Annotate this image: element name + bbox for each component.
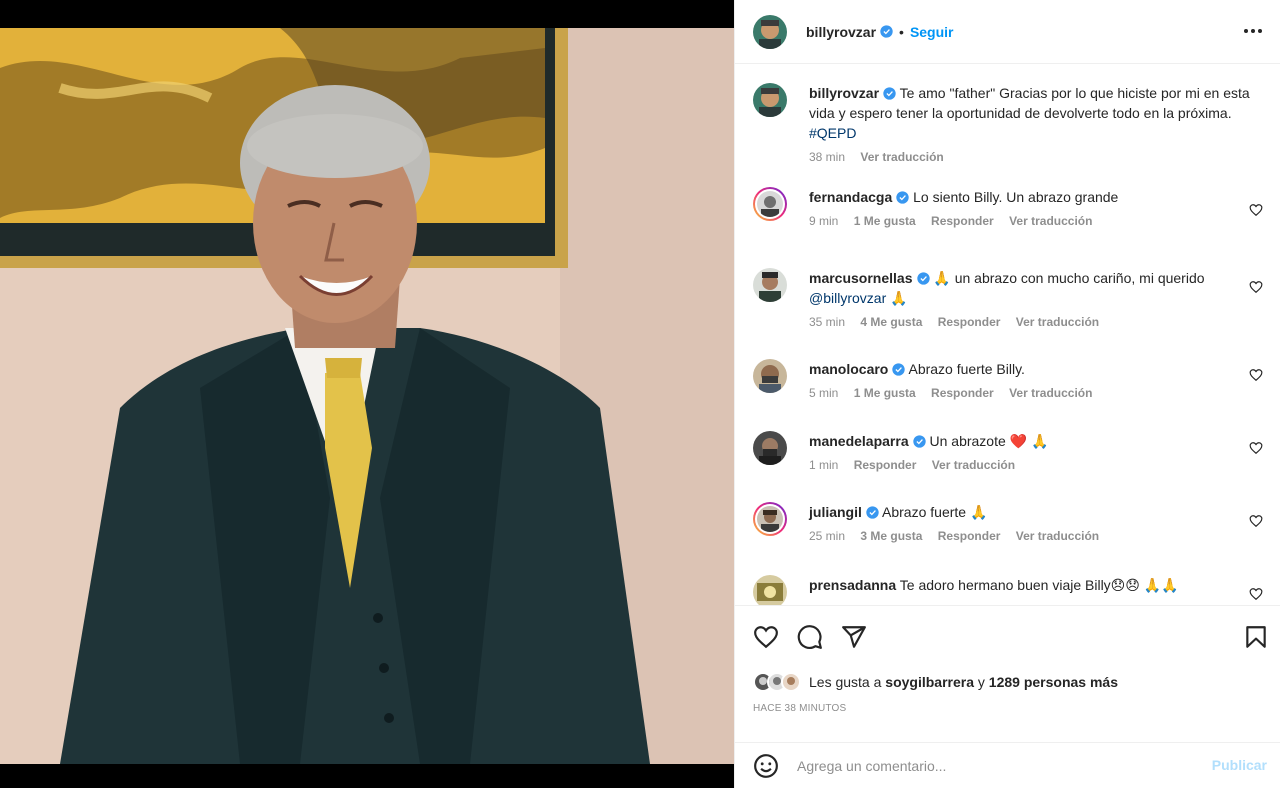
post-photo[interactable] bbox=[0, 28, 734, 764]
publish-button[interactable]: Publicar bbox=[1212, 757, 1267, 773]
post-header: billyrovzar • Seguir bbox=[735, 0, 1280, 64]
comment-like-heart-icon[interactable] bbox=[1249, 441, 1263, 455]
comment-item: juliangil Abrazo fuerte 🙏 25 min 3 Me gu… bbox=[753, 502, 1265, 562]
likes-summary: Les gusta a soygilbarrera y 1289 persona… bbox=[753, 668, 1118, 696]
post-detail-panel: billyrovzar • Seguir billyrovzar Te amo … bbox=[734, 0, 1280, 788]
comment-username[interactable]: marcusornellas bbox=[809, 270, 913, 286]
comment-input[interactable] bbox=[797, 755, 1197, 777]
comment-username[interactable]: manedelaparra bbox=[809, 433, 909, 449]
post-caption: billyrovzar Te amo "father" Gracias por … bbox=[753, 83, 1265, 173]
comment-time[interactable]: 35 min bbox=[809, 315, 845, 329]
comment-likes[interactable]: 3 Me gusta bbox=[860, 529, 922, 543]
verified-badge-icon bbox=[883, 87, 896, 100]
heart-icon[interactable] bbox=[753, 624, 779, 650]
comment-time[interactable]: 5 min bbox=[809, 386, 838, 400]
translate-link[interactable]: Ver traducción bbox=[1016, 315, 1099, 329]
post-photo-illustration bbox=[0, 28, 734, 764]
reply-button[interactable]: Responder bbox=[931, 386, 994, 400]
comment-text: 🙏 un abrazo con mucho cariño, mi querido bbox=[933, 270, 1205, 286]
likes-user-link[interactable]: soygilbarrera bbox=[885, 674, 974, 690]
comment-item: manolocaro Abrazo fuerte Billy. 5 min 1 … bbox=[753, 359, 1265, 419]
comment-text: Abrazo fuerte Billy. bbox=[908, 361, 1025, 377]
post-actions-bar bbox=[735, 605, 1280, 665]
translate-link[interactable]: Ver traducción bbox=[1009, 386, 1092, 400]
comment-item: prensadanna Te adoro hermano buen viaje … bbox=[753, 575, 1265, 605]
likes-count-link[interactable]: 1289 personas más bbox=[989, 674, 1118, 690]
comment-text: Lo siento Billy. Un abrazo grande bbox=[913, 189, 1119, 205]
reply-button[interactable]: Responder bbox=[931, 214, 994, 228]
comment-text: Un abrazote ❤️ 🙏 bbox=[929, 433, 1049, 449]
reply-button[interactable]: Responder bbox=[938, 529, 1001, 543]
liker-avatar[interactable] bbox=[781, 672, 801, 692]
comment-icon[interactable] bbox=[797, 624, 823, 650]
emoji-icon[interactable] bbox=[753, 753, 779, 779]
comment-time[interactable]: 9 min bbox=[809, 214, 838, 228]
comment-text-emoji: 🙏 bbox=[890, 290, 908, 306]
caption-translate-link[interactable]: Ver traducción bbox=[860, 150, 943, 164]
comment-item: marcusornellas 🙏 un abrazo con mucho car… bbox=[753, 268, 1265, 338]
commenter-avatar[interactable] bbox=[753, 502, 787, 536]
comment-likes[interactable]: 1 Me gusta bbox=[854, 214, 916, 228]
commenter-avatar[interactable] bbox=[753, 575, 787, 605]
comment-text: Abrazo fuerte 🙏 bbox=[882, 504, 988, 520]
comment-like-heart-icon[interactable] bbox=[1249, 587, 1263, 601]
commenter-avatar[interactable] bbox=[753, 187, 787, 221]
verified-badge-icon bbox=[912, 435, 926, 448]
likes-middle: y bbox=[977, 674, 985, 690]
commenter-avatar[interactable] bbox=[753, 359, 787, 393]
comment-composer: Publicar bbox=[735, 742, 1280, 788]
verified-badge-icon bbox=[892, 363, 906, 376]
comment-like-heart-icon[interactable] bbox=[1249, 203, 1263, 217]
verified-badge-icon bbox=[880, 25, 893, 38]
share-icon[interactable] bbox=[841, 624, 867, 650]
verified-badge-icon bbox=[866, 506, 879, 519]
caption-username[interactable]: billyrovzar bbox=[809, 85, 879, 101]
caption-time[interactable]: 38 min bbox=[809, 150, 845, 164]
reply-button[interactable]: Responder bbox=[854, 458, 917, 472]
comment-like-heart-icon[interactable] bbox=[1249, 368, 1263, 382]
follow-button[interactable]: Seguir bbox=[910, 24, 954, 40]
comment-text: Te adoro hermano buen viaje Billy😞😞 🙏🙏 bbox=[899, 577, 1179, 593]
verified-badge-icon bbox=[896, 191, 909, 204]
separator-dot: • bbox=[899, 23, 904, 40]
reply-button[interactable]: Responder bbox=[938, 315, 1001, 329]
comment-username[interactable]: manolocaro bbox=[809, 361, 888, 377]
comment-item: manedelaparra Un abrazote ❤️ 🙏 1 min Res… bbox=[753, 431, 1265, 491]
comment-likes[interactable]: 1 Me gusta bbox=[854, 386, 916, 400]
post-timestamp[interactable]: HACE 38 MINUTOS bbox=[753, 703, 846, 714]
bookmark-icon[interactable] bbox=[1243, 624, 1269, 650]
comment-time[interactable]: 1 min bbox=[809, 458, 838, 472]
commenter-avatar[interactable] bbox=[753, 268, 787, 302]
comment-time[interactable]: 25 min bbox=[809, 529, 845, 543]
comment-mention[interactable]: @billyrovzar bbox=[809, 290, 886, 306]
comment-likes[interactable]: 4 Me gusta bbox=[860, 315, 922, 329]
comment-username[interactable]: fernandacga bbox=[809, 189, 892, 205]
comment-username[interactable]: juliangil bbox=[809, 504, 862, 520]
caption-hashtag[interactable]: #QEPD bbox=[809, 125, 856, 141]
translate-link[interactable]: Ver traducción bbox=[1016, 529, 1099, 543]
translate-link[interactable]: Ver traducción bbox=[1009, 214, 1092, 228]
translate-link[interactable]: Ver traducción bbox=[932, 458, 1015, 472]
comment-like-heart-icon[interactable] bbox=[1249, 514, 1263, 528]
comment-username[interactable]: prensadanna bbox=[809, 577, 896, 593]
comments-list[interactable]: billyrovzar Te amo "father" Gracias por … bbox=[735, 65, 1280, 605]
likes-prefix: Les gusta a bbox=[809, 674, 882, 690]
commenter-avatar[interactable] bbox=[753, 431, 787, 465]
comment-like-heart-icon[interactable] bbox=[1249, 280, 1263, 294]
caption-author-avatar[interactable] bbox=[753, 83, 787, 117]
post-photo-frame bbox=[0, 0, 734, 788]
author-avatar[interactable] bbox=[753, 14, 787, 49]
comment-item: fernandacga Lo siento Billy. Un abrazo g… bbox=[753, 187, 1265, 247]
more-options-icon[interactable] bbox=[1241, 21, 1265, 41]
author-username[interactable]: billyrovzar bbox=[806, 24, 876, 40]
verified-badge-icon bbox=[916, 272, 930, 285]
